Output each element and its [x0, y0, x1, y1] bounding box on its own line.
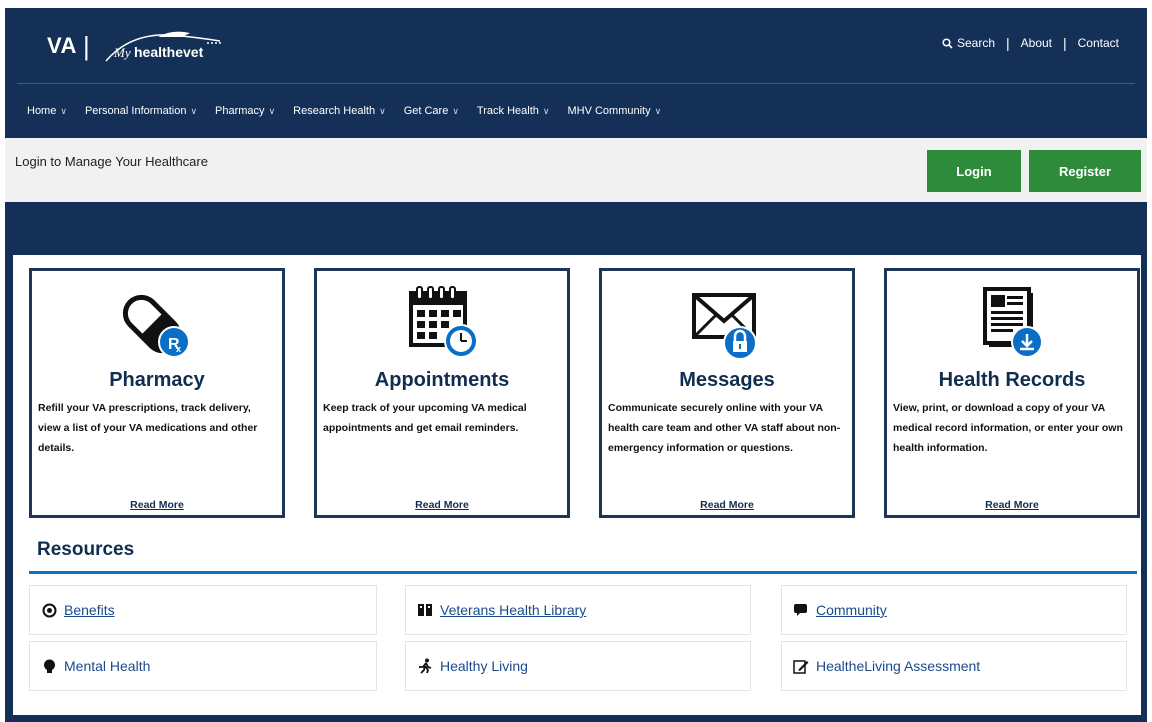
- contact-link[interactable]: Contact: [1078, 36, 1119, 50]
- resource-label: Mental Health: [64, 658, 151, 674]
- resource-veterans-health-library[interactable]: Veterans Health Library: [405, 585, 751, 635]
- card-appointments[interactable]: Appointments Keep track of your upcoming…: [314, 268, 570, 518]
- resource-healtheliving-assessment[interactable]: HealtheLiving Assessment: [781, 641, 1127, 691]
- nav-label: Personal Information: [84, 105, 187, 117]
- nav-label: Get Care: [403, 105, 449, 117]
- chevron-down-icon: ∨: [654, 105, 662, 116]
- site-header: VA | My healthevet Search | About | Cont…: [5, 8, 1147, 84]
- nav-item-personal-information[interactable]: Personal Information ∨: [85, 105, 197, 117]
- resource-mental-health[interactable]: Mental Health: [29, 641, 377, 691]
- card-title: Appointments: [374, 369, 510, 391]
- resource-label: Veterans Health Library: [440, 602, 587, 618]
- nav-label: Research Health: [293, 105, 376, 117]
- logo-healthevet-text: healthevet: [134, 44, 204, 60]
- login-button[interactable]: Login: [927, 150, 1021, 192]
- search-icon: [942, 37, 953, 49]
- read-more-link[interactable]: Read More: [317, 499, 567, 511]
- read-more-link[interactable]: Read More: [887, 499, 1137, 511]
- resource-benefits[interactable]: Benefits: [29, 585, 377, 635]
- resource-label: Benefits: [64, 602, 115, 618]
- nav-label: Home: [27, 105, 57, 117]
- calendar-clock-icon: [409, 286, 478, 358]
- feature-cards: R x Pharmacy Refill your VA prescription…: [29, 268, 1141, 518]
- page-frame: VA | My healthevet Search | About | Cont…: [5, 8, 1147, 722]
- resource-community[interactable]: Community: [781, 585, 1127, 635]
- read-more-link[interactable]: Read More: [32, 499, 282, 511]
- card-pharmacy[interactable]: R x Pharmacy Refill your VA prescription…: [29, 268, 285, 518]
- running-person-icon: [416, 658, 434, 674]
- logo-separator: |: [82, 31, 90, 61]
- nav-item-get-care[interactable]: Get Care ∨: [404, 105, 459, 117]
- nav-label: Pharmacy: [215, 105, 265, 117]
- myhealthevet-logo: My healthevet: [100, 27, 230, 65]
- resources-divider: [29, 571, 1137, 574]
- community-chat-icon: [792, 602, 810, 618]
- card-health-records[interactable]: Health Records View, print, or download …: [884, 268, 1140, 518]
- resource-label: Community: [816, 602, 887, 618]
- chevron-down-icon: ∨: [190, 105, 198, 116]
- read-more-link[interactable]: Read More: [602, 499, 852, 511]
- svg-text:x: x: [176, 344, 181, 354]
- card-messages[interactable]: Messages Communicate securely online wit…: [599, 268, 855, 518]
- chevron-down-icon: ∨: [542, 105, 550, 116]
- pharmacy-rx-icon: R x: [122, 294, 190, 358]
- envelope-lock-icon: [692, 293, 757, 360]
- register-button[interactable]: Register: [1029, 150, 1141, 192]
- card-title: Health Records: [938, 369, 1086, 391]
- resource-label: HealtheLiving Assessment: [816, 658, 981, 674]
- logo-my-text: My: [113, 45, 131, 60]
- login-prompt: Login to Manage Your Healthcare: [15, 154, 208, 169]
- link-separator: |: [1006, 35, 1010, 51]
- assessment-edit-icon: [792, 658, 810, 674]
- resource-healthy-living[interactable]: Healthy Living: [405, 641, 751, 691]
- health-record-download-icon: [983, 287, 1043, 358]
- chevron-down-icon: ∨: [452, 105, 459, 116]
- search-link-label: Search: [956, 36, 995, 50]
- card-description: Communicate securely online with your VA…: [608, 402, 841, 454]
- main-panel: R x Pharmacy Refill your VA prescription…: [13, 255, 1141, 715]
- site-logo[interactable]: VA | My healthevet: [47, 26, 230, 66]
- card-description: View, print, or download a copy of your …: [893, 402, 1123, 454]
- nav-item-research-health[interactable]: Research Health ∨: [293, 105, 386, 117]
- nav-item-home[interactable]: Home ∨: [27, 105, 67, 117]
- card-title: Pharmacy: [109, 369, 205, 391]
- chevron-down-icon: ∨: [268, 105, 276, 116]
- about-link[interactable]: About: [1021, 36, 1052, 50]
- chevron-down-icon: ∨: [60, 105, 67, 116]
- chevron-down-icon: ∨: [379, 105, 386, 116]
- nav-label: MHV Community: [567, 105, 651, 117]
- link-separator: |: [1063, 35, 1067, 51]
- resource-label: Healthy Living: [440, 658, 528, 674]
- nav-label: Track Health: [476, 105, 539, 117]
- main-nav: Home ∨ Personal Information ∨ Pharmacy ∨ Re…: [5, 84, 1147, 138]
- nav-item-pharmacy[interactable]: Pharmacy ∨: [215, 105, 275, 117]
- utility-links: Search | About | Contact: [942, 35, 1119, 51]
- resources-heading: Resources: [37, 539, 135, 560]
- library-book-icon: [416, 602, 434, 618]
- search-link[interactable]: Search: [942, 36, 995, 50]
- benefits-seal-icon: [40, 602, 58, 618]
- card-description: Keep track of your upcoming VA medical a…: [323, 402, 527, 434]
- eagle-swoosh-icon: My healthevet: [105, 31, 221, 62]
- card-description: Refill your VA prescriptions, track deli…: [38, 402, 258, 454]
- nav-item-track-health[interactable]: Track Health ∨: [477, 105, 550, 117]
- card-title: Messages: [679, 369, 775, 391]
- nav-item-mhv-community[interactable]: MHV Community ∨: [567, 105, 661, 117]
- login-bar: Login to Manage Your Healthcare Login Re…: [5, 138, 1147, 202]
- va-logo-text: VA: [47, 33, 77, 58]
- mental-health-icon: [40, 658, 58, 674]
